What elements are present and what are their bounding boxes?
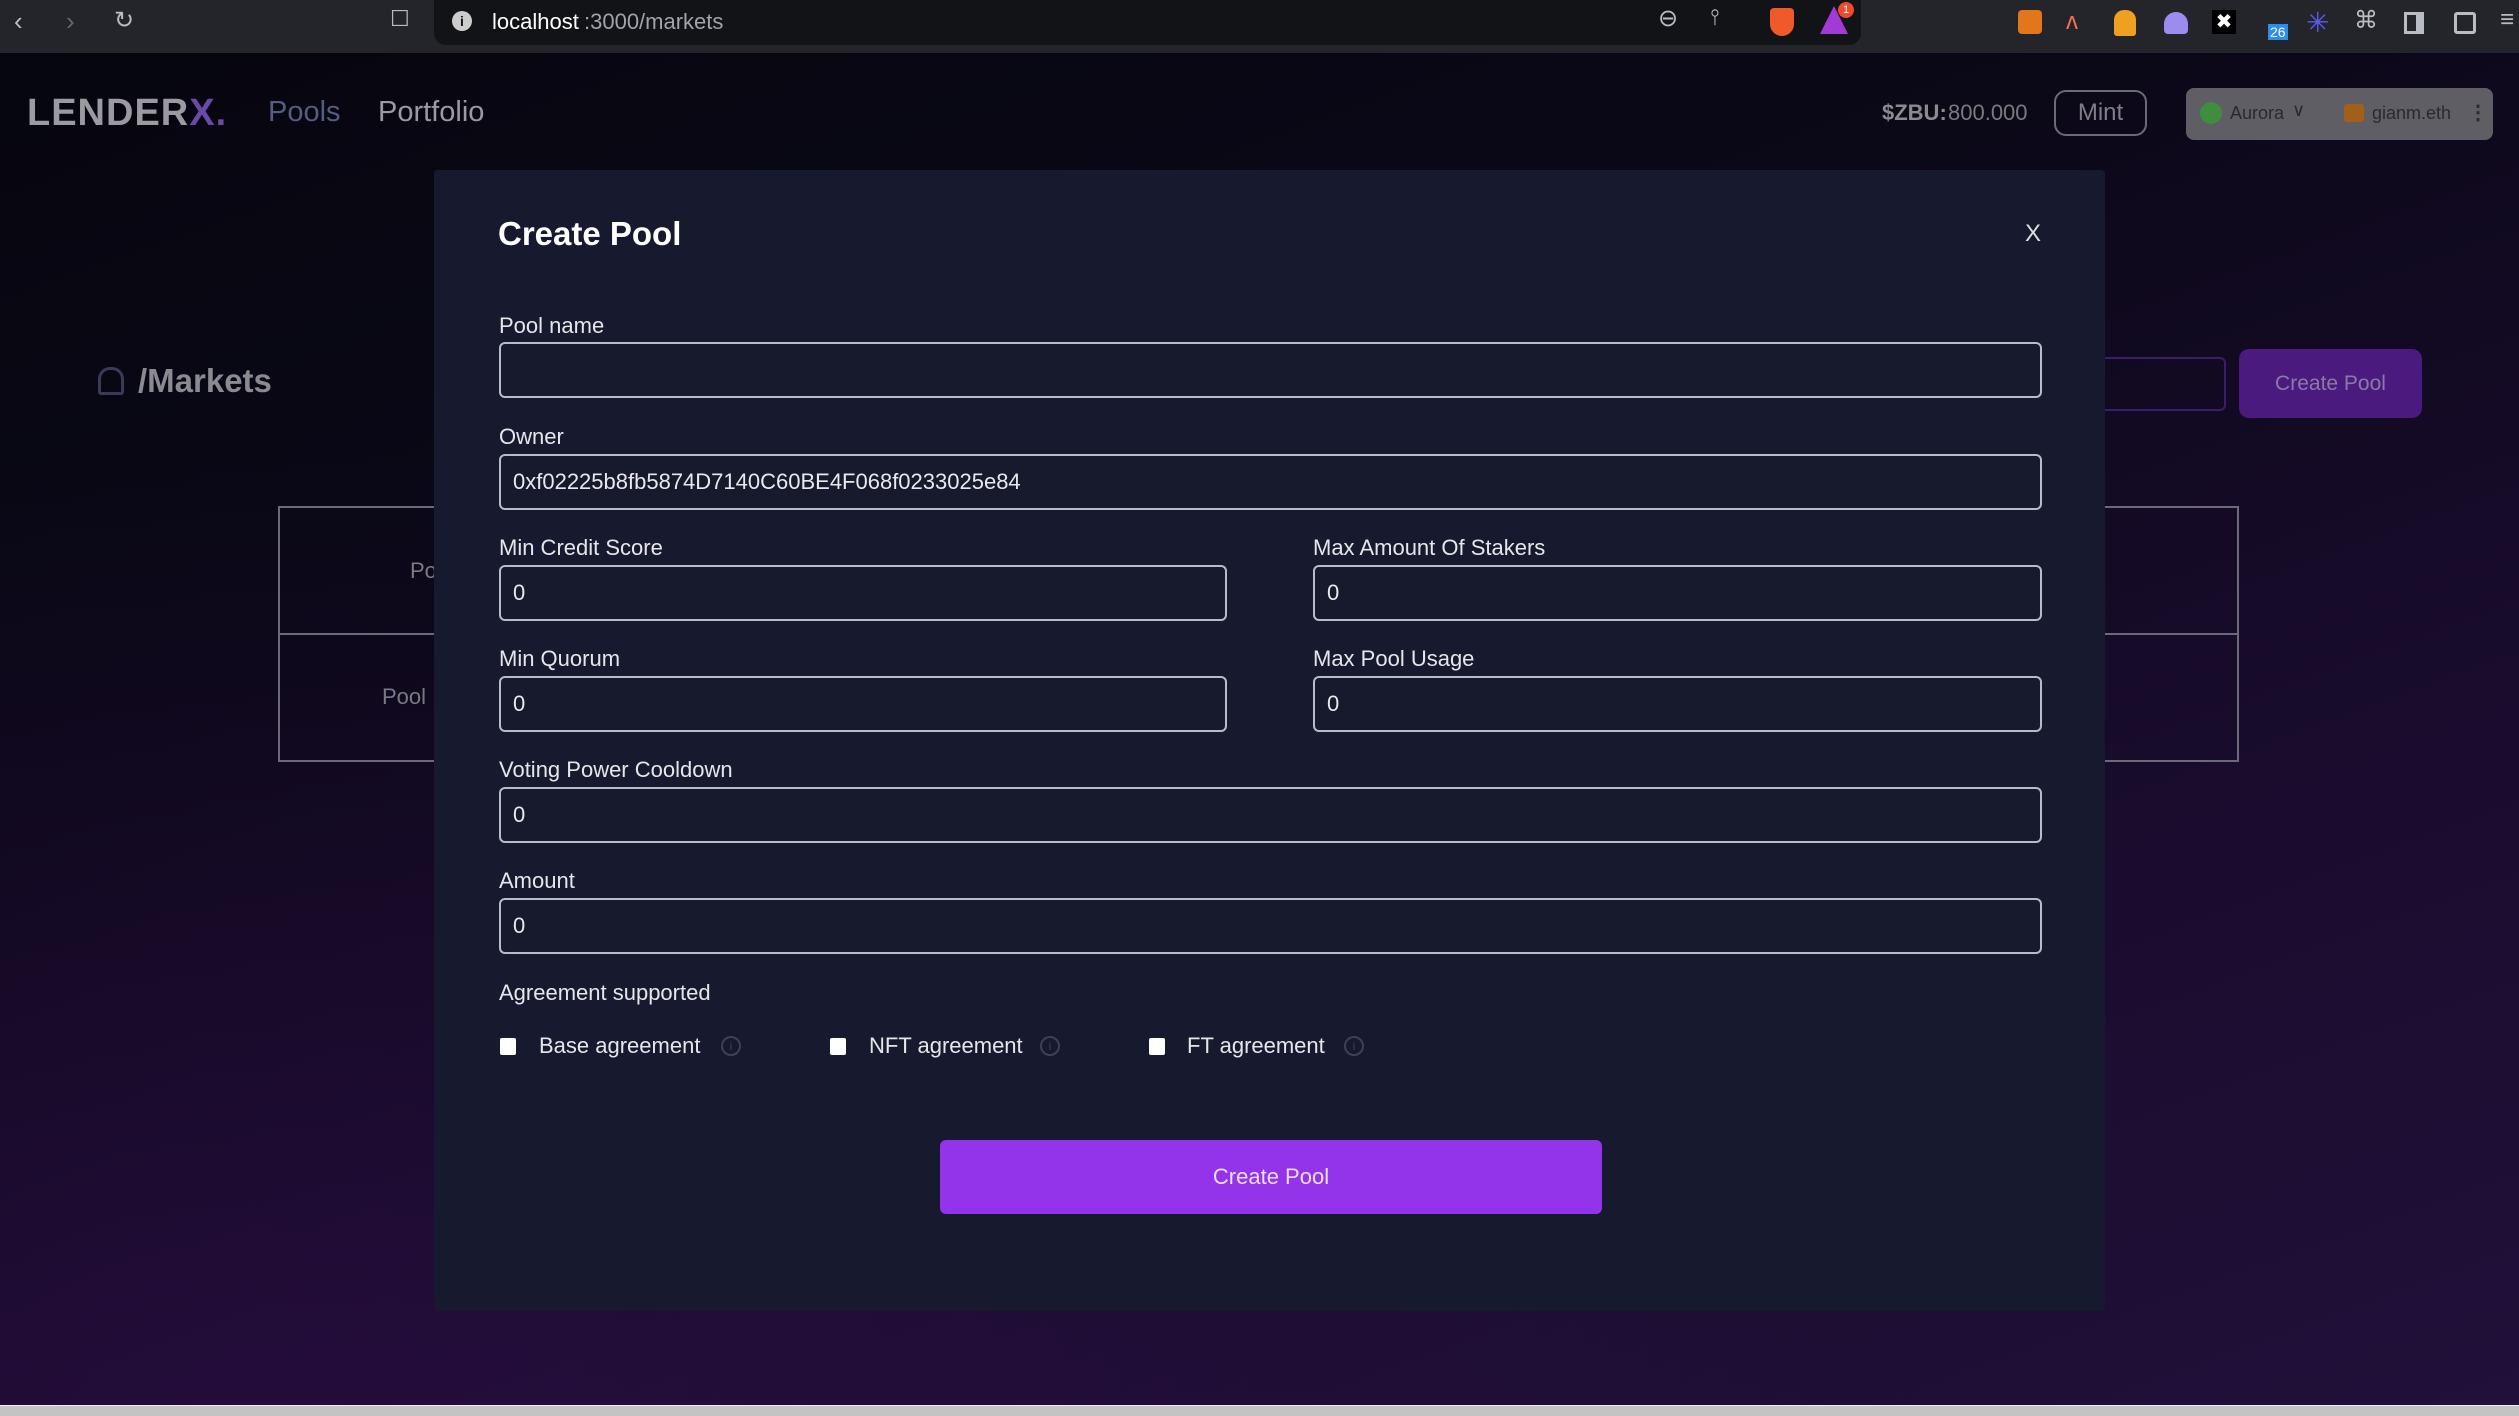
mint-button[interactable]: Mint [2054,90,2147,136]
address-bar[interactable]: i localhost :3000/markets ⊖ ⫯ 1 [434,0,1861,45]
url-path: :3000/markets [584,9,724,34]
extensions-puzzle-icon[interactable]: ⌘ [2354,6,2378,35]
metamask-extension-icon[interactable] [2018,10,2042,34]
balance-label: $ZBU: [1882,100,1947,125]
table-cell: Pool I [382,684,439,709]
amount-input[interactable]: 0 [499,898,2042,954]
close-button[interactable]: X [2025,220,2041,248]
extension-x-icon[interactable]: ✖ [2212,10,2236,34]
modal-title: Create Pool [498,215,682,252]
nft-agreement-label[interactable]: NFT agreement [869,1033,1023,1059]
metamask-fox-icon [2344,104,2364,122]
brave-shield-icon[interactable] [1770,8,1794,36]
info-icon[interactable]: i [1040,1036,1060,1056]
ft-agreement-checkbox[interactable] [1149,1038,1165,1055]
create-pool-button[interactable]: Create Pool [2239,349,2422,418]
extension-badge: 26 [2268,24,2288,40]
account-name[interactable]: gianm.eth [2372,103,2451,124]
horizontal-scrollbar[interactable] [0,1405,2519,1416]
amount-label: Amount [499,868,575,893]
table-header-cell: Po [410,558,437,583]
network-selector[interactable]: Aurora [2230,103,2284,124]
ft-agreement-label[interactable]: FT agreement [1187,1033,1325,1059]
extension-icon[interactable]: ʌ [2066,8,2078,36]
base-agreement-label[interactable]: Base agreement [539,1033,700,1059]
info-icon[interactable]: i [721,1036,741,1056]
aurora-network-icon [2200,102,2222,124]
nft-agreement-checkbox[interactable] [830,1038,846,1055]
bookmark-icon[interactable]: ☐ [390,6,410,32]
nav-pools[interactable]: Pools [268,96,341,129]
url-host: localhost [492,9,579,34]
share-icon[interactable]: ⫯ [1710,4,1720,30]
zoom-out-icon[interactable]: ⊖ [1658,4,1678,33]
max-stakers-label: Max Amount Of Stakers [1313,535,1546,560]
max-stakers-input[interactable]: 0 [1313,565,2042,621]
voting-cooldown-label: Voting Power Cooldown [499,757,733,782]
extension-star-icon[interactable]: ✳ [2306,6,2329,39]
back-icon[interactable]: ‹ [14,6,23,37]
balance-value: 800.000 [1948,100,2028,125]
min-credit-score-input[interactable]: 0 [499,565,1227,621]
min-quorum-label: Min Quorum [499,646,621,671]
owner-label: Owner [499,424,564,449]
nav-portfolio[interactable]: Portfolio [378,96,484,129]
wallet-widget: Aurora ∨ gianm.eth ⋮ [2186,88,2493,140]
logo-text: LENDER [27,92,190,134]
browser-toolbar: ‹ › ↻ ☐ i localhost :3000/markets ⊖ ⫯ 1 … [0,0,2519,53]
reload-icon[interactable]: ↻ [114,6,134,35]
max-pool-usage-label: Max Pool Usage [1313,646,1475,671]
logo-accent: X. [189,92,228,134]
forward-icon[interactable]: › [66,6,75,37]
notification-badge: 1 [1838,2,1854,18]
sidebar-icon[interactable] [2404,12,2424,34]
extension-helmet-icon[interactable] [2114,10,2136,36]
breadcrumb: /Markets [138,362,272,399]
wallet-icon[interactable] [2454,12,2476,34]
pool-name-input[interactable] [499,342,2042,398]
min-credit-score-label: Min Credit Score [499,535,663,560]
max-pool-usage-input[interactable]: 0 [1313,676,2042,732]
owner-input[interactable]: 0xf02225b8fb5874D7140C60BE4F068f0233025e… [499,454,2042,510]
pool-name-label: Pool name [499,313,605,338]
menu-icon[interactable]: ≡ [2500,6,2514,34]
logo[interactable]: LENDERX. [27,92,227,135]
submit-create-pool-button[interactable]: Create Pool [940,1140,1602,1214]
site-info-icon[interactable]: i [452,11,472,31]
min-quorum-input[interactable]: 0 [499,676,1227,732]
chevron-down-icon[interactable]: ∨ [2292,100,2305,121]
more-options-icon[interactable]: ⋮ [2468,100,2488,125]
extension-ghost-icon[interactable] [2164,12,2188,34]
voting-cooldown-input[interactable]: 0 [499,787,2042,843]
home-icon[interactable] [98,367,124,395]
base-agreement-checkbox[interactable] [500,1038,516,1055]
info-icon[interactable]: i [1344,1036,1364,1056]
agreements-label: Agreement supported [499,980,711,1005]
